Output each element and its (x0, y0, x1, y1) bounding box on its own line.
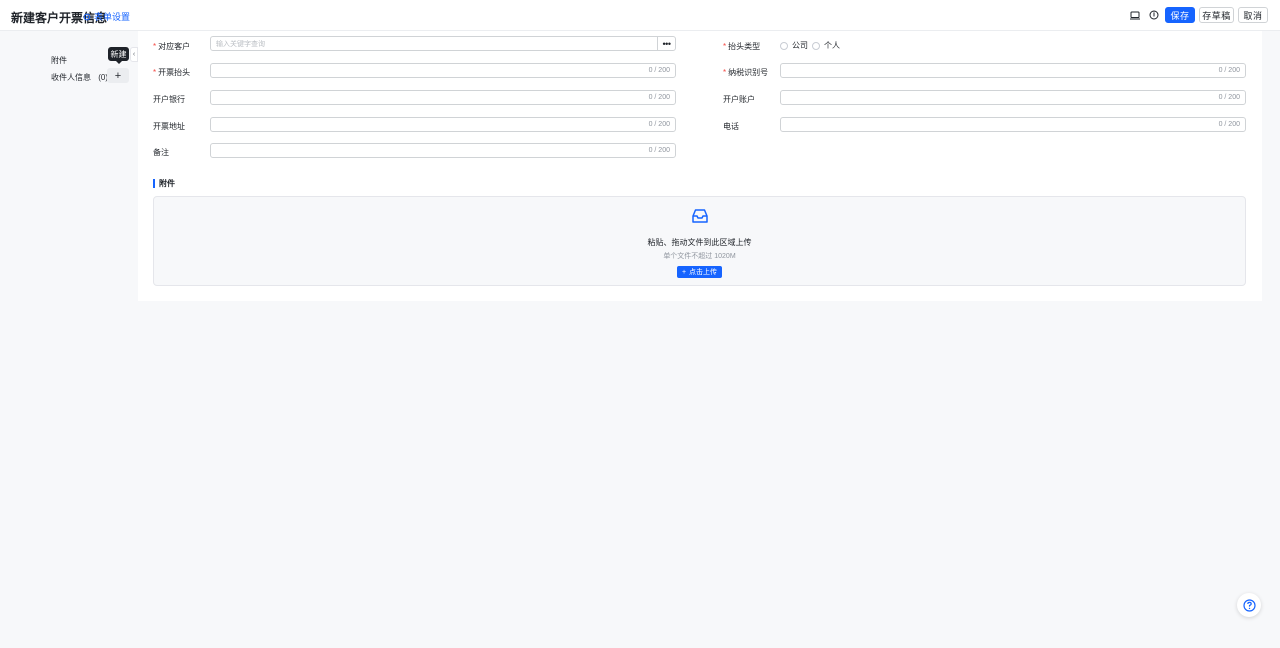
chevron-left-icon: ‹ (132, 51, 136, 58)
char-counter: 0 / 200 (648, 67, 670, 74)
upload-title: 粘贴、拖动文件到此区域上传 (647, 238, 752, 247)
phone-input[interactable]: 0 / 200 (780, 117, 1246, 132)
upload-button[interactable]: + 点击上传 (677, 266, 722, 278)
upload-hint: 单个文件不超过 1020M (663, 253, 736, 260)
address-input[interactable]: 0 / 200 (210, 117, 676, 132)
help-icon (1242, 598, 1256, 612)
bank-input[interactable]: 0 / 200 (210, 90, 676, 105)
sidebar-item-label: 附件 (51, 56, 67, 65)
remark-input[interactable]: 0 / 200 (210, 143, 676, 158)
bank-label: 开户银行 (153, 95, 185, 104)
remark-label: 备注 (153, 148, 169, 157)
radio-circle (812, 41, 820, 50)
monitor-icon[interactable] (1129, 9, 1141, 21)
sidebar-item-label: 收件人信息 (51, 73, 91, 82)
radio-personal[interactable]: 个人 (812, 40, 840, 51)
tooltip-new: 新建 (108, 47, 129, 64)
collapse-sidebar-button[interactable]: ‹ (130, 47, 138, 62)
more-icon: ••• (662, 38, 671, 49)
plus-icon: + (114, 69, 122, 82)
char-counter: 0 / 200 (1218, 94, 1240, 101)
char-counter: 0 / 200 (648, 147, 670, 154)
page-header: 新建客户开票信息 表单设置 保存 存草稿 取消 (0, 0, 1280, 31)
account-label: 开户账户 (723, 95, 755, 104)
inbox-icon (692, 209, 708, 223)
save-button[interactable]: 保存 (1165, 7, 1195, 23)
form-settings-label: 表单设置 (94, 12, 131, 22)
help-button[interactable] (1237, 593, 1261, 617)
tax-id-label: * 纳税识别号 (723, 68, 769, 77)
address-label: 开票地址 (153, 122, 185, 131)
upload-dropzone[interactable]: 粘贴、拖动文件到此区域上传 单个文件不超过 1020M + 点击上传 (153, 196, 1246, 286)
invoice-title-input[interactable]: 0 / 200 (210, 63, 676, 78)
plus-icon: + (681, 268, 687, 276)
radio-circle (780, 41, 788, 50)
upload-button-label: 点击上传 (689, 269, 718, 276)
char-counter: 0 / 200 (1218, 67, 1240, 74)
char-counter: 0 / 200 (648, 121, 670, 128)
customer-placeholder: 输入关键字查询 (216, 40, 265, 48)
customer-input[interactable]: 输入关键字查询 (210, 36, 658, 51)
add-recipient-button[interactable]: + (107, 68, 129, 83)
gear-icon (83, 13, 91, 20)
char-counter: 0 / 200 (648, 94, 670, 101)
radio-label: 公司 (792, 41, 808, 50)
sidebar-item-recipients[interactable]: 收件人信息 (0) (51, 72, 108, 83)
phone-label: 电话 (723, 122, 739, 131)
account-input[interactable]: 0 / 200 (780, 90, 1246, 105)
customer-label: * 对应客户 (153, 42, 191, 51)
char-counter: 0 / 200 (1218, 121, 1240, 128)
attachments-section-title: 附件 (153, 179, 175, 188)
save-draft-button[interactable]: 存草稿 (1199, 7, 1234, 23)
info-icon[interactable] (1148, 9, 1160, 21)
cancel-button[interactable]: 取消 (1238, 7, 1268, 23)
tax-id-input[interactable]: 0 / 200 (780, 63, 1246, 78)
title-type-label: * 抬头类型 (723, 42, 761, 51)
radio-label: 个人 (824, 41, 840, 50)
radio-company[interactable]: 公司 (780, 40, 808, 51)
form-settings-link[interactable]: 表单设置 (83, 10, 130, 23)
sidebar-item-attachments[interactable]: 附件 (51, 55, 67, 66)
invoice-title-label: * 开票抬头 (153, 68, 191, 77)
customer-select-button[interactable]: ••• (657, 36, 676, 51)
